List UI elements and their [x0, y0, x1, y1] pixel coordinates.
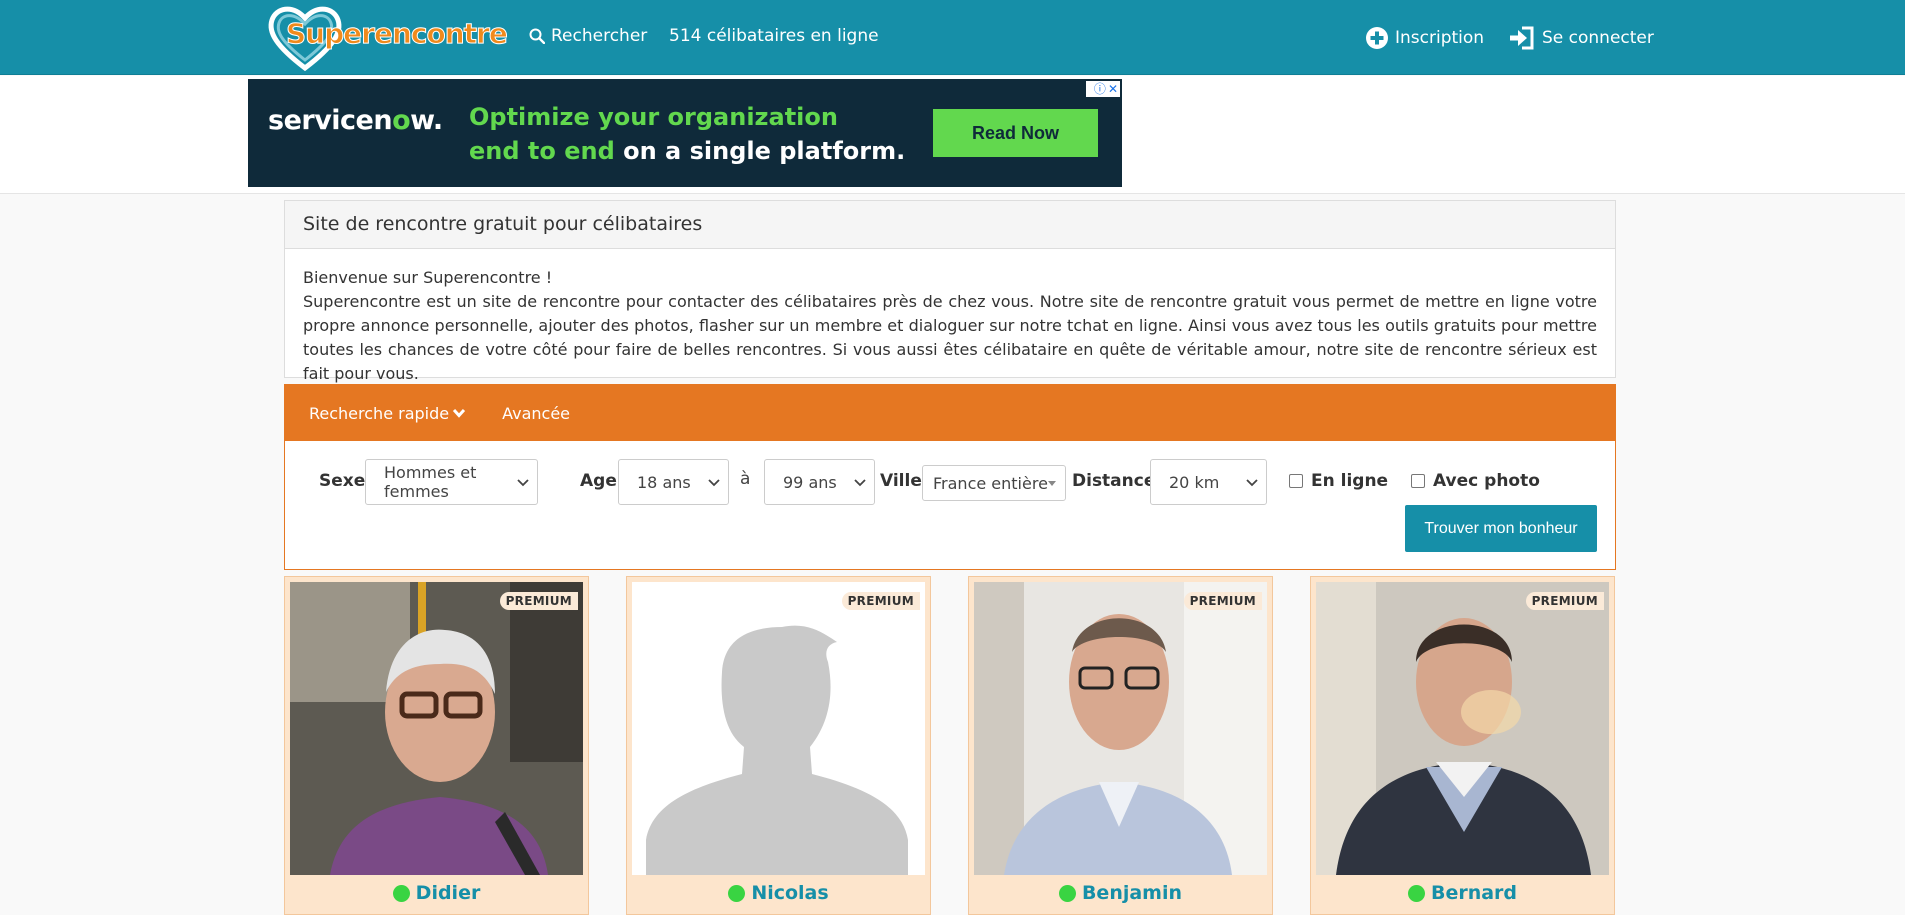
welcome-greeting: Bienvenue sur Superencontre !	[303, 268, 553, 287]
age-to-select[interactable]: 99 ans	[764, 459, 875, 505]
search-tabs: Recherche rapide Avancée	[285, 385, 1615, 441]
nav-signup-label: Inscription	[1395, 28, 1485, 48]
top-navbar: Superencontre Rechercher 514 célibataire…	[0, 0, 1905, 75]
online-status-dot	[728, 884, 746, 902]
ad-info-icon[interactable]: ⓘ	[1094, 82, 1106, 96]
profile-photo[interactable]: PREMIUM	[1316, 582, 1609, 875]
chevron-down-icon	[854, 479, 866, 487]
profile-name-link[interactable]: Bernard	[1311, 882, 1614, 904]
profile-photo-image	[974, 582, 1267, 875]
distance-select-value: 20 km	[1169, 472, 1220, 492]
age-range-separator: à	[740, 469, 751, 489]
quick-search-box: Recherche rapide Avancée Sexe Hommes et …	[284, 384, 1616, 570]
chevron-down-icon	[708, 479, 720, 487]
city-select-value: France entière	[933, 473, 1048, 493]
city-label: Ville	[880, 471, 922, 491]
age-label: Age	[580, 471, 617, 491]
tab-quick-search-label: Recherche rapide	[309, 403, 450, 423]
search-icon	[529, 28, 545, 44]
caret-down-icon	[1048, 481, 1056, 486]
with-photo-label: Avec photo	[1433, 471, 1540, 491]
ad-brand-logo: servicenow.	[268, 105, 443, 136]
online-status-dot	[1407, 884, 1425, 902]
distance-select[interactable]: 20 km	[1150, 459, 1267, 505]
tab-advanced-search[interactable]: Avancée	[502, 404, 570, 423]
profile-name-link[interactable]: Benjamin	[969, 882, 1272, 904]
age-to-value: 99 ans	[783, 472, 837, 492]
welcome-title: Site de rencontre gratuit pour célibatai…	[285, 201, 1615, 249]
ad-headline-line-1: Optimize your organization	[469, 103, 838, 131]
distance-label: Distance	[1072, 471, 1156, 491]
age-from-value: 18 ans	[637, 472, 691, 492]
profile-name-link[interactable]: Nicolas	[627, 882, 930, 904]
ad-close-icon[interactable]: ✕	[1108, 82, 1118, 96]
ad-choices[interactable]: ⓘ ✕	[1086, 81, 1120, 97]
nav-online-count-link[interactable]: 514 célibataires en ligne	[669, 26, 879, 46]
nav-login-link[interactable]: Se connecter	[1508, 26, 1654, 50]
chevron-down-icon	[1246, 479, 1258, 487]
welcome-body: Bienvenue sur Superencontre ! Superencon…	[285, 249, 1615, 386]
sex-select[interactable]: Hommes et femmes	[365, 459, 538, 505]
chevron-down-icon	[452, 408, 466, 418]
ad-headline-green: end to end	[469, 137, 615, 165]
plus-circle-icon	[1366, 27, 1388, 49]
welcome-description: Superencontre est un site de rencontre p…	[303, 292, 1597, 383]
ad-banner-area: servicenow. Optimize your organization e…	[0, 76, 1905, 194]
online-status-dot	[1058, 884, 1076, 902]
profile-name: Benjamin	[1081, 882, 1183, 904]
profile-name: Nicolas	[751, 882, 829, 904]
logo-wordmark: Superencontre	[286, 16, 509, 50]
sex-select-value: Hommes et femmes	[384, 463, 477, 501]
profile-photo-image	[290, 582, 583, 875]
ad-brand-part-2: w.	[410, 105, 443, 136]
nav-login-label: Se connecter	[1542, 28, 1654, 48]
profile-card[interactable]: PREMIUM Bernard	[1310, 576, 1615, 915]
profile-card[interactable]: PREMIUM Didier	[284, 576, 589, 915]
welcome-panel: Site de rencontre gratuit pour célibatai…	[284, 200, 1616, 383]
profile-name: Didier	[415, 882, 481, 904]
ad-headline-line-2: end to end on a single platform.	[469, 137, 905, 165]
age-from-select[interactable]: 18 ans	[618, 459, 729, 505]
ad-brand-part-o: o	[392, 105, 411, 136]
ad-read-now-button[interactable]: Read Now	[933, 109, 1098, 157]
ad-headline-white: on a single platform.	[614, 137, 906, 165]
profile-photo-image	[1316, 582, 1609, 875]
profile-card[interactable]: PREMIUM Nicolas	[626, 576, 931, 915]
site-logo[interactable]: Superencontre	[266, 2, 509, 72]
sex-label: Sexe	[319, 471, 366, 491]
logo-part-encontre: encontre	[373, 16, 508, 50]
logo-part-super: Super	[286, 16, 376, 50]
default-avatar-icon	[632, 582, 925, 875]
servicenow-ad[interactable]: servicenow. Optimize your organization e…	[248, 79, 1122, 187]
profile-card[interactable]: PREMIUM Benjamin	[968, 576, 1273, 915]
checkbox-box[interactable]	[1289, 474, 1303, 488]
premium-badge: PREMIUM	[499, 592, 578, 610]
online-filter-checkbox[interactable]: En ligne	[1289, 471, 1388, 491]
premium-badge: PREMIUM	[1525, 592, 1604, 610]
profile-photo[interactable]: PREMIUM	[632, 582, 925, 875]
profile-photo[interactable]: PREMIUM	[290, 582, 583, 875]
nav-search-label: Rechercher	[551, 26, 648, 46]
city-select[interactable]: France entière	[922, 465, 1066, 501]
profile-name-link[interactable]: Didier	[285, 882, 588, 904]
tab-advanced-search-label: Avancée	[502, 403, 571, 423]
checkbox-box[interactable]	[1411, 474, 1425, 488]
find-happiness-button[interactable]: Trouver mon bonheur	[1405, 505, 1597, 552]
premium-badge: PREMIUM	[841, 592, 920, 610]
nav-signup-link[interactable]: Inscription	[1365, 26, 1484, 50]
online-filter-label: En ligne	[1311, 471, 1389, 491]
ad-brand-part-1: servicen	[268, 105, 393, 136]
nav-search-link[interactable]: Rechercher	[529, 26, 647, 46]
profile-name: Bernard	[1430, 882, 1518, 904]
chevron-down-icon	[517, 479, 529, 487]
premium-badge: PREMIUM	[1183, 592, 1262, 610]
tab-quick-search[interactable]: Recherche rapide	[309, 404, 466, 423]
nav-online-count-label: 514 célibataires en ligne	[669, 26, 879, 46]
online-status-dot	[392, 884, 410, 902]
with-photo-checkbox[interactable]: Avec photo	[1411, 471, 1540, 491]
login-icon	[1510, 26, 1534, 50]
profile-photo[interactable]: PREMIUM	[974, 582, 1267, 875]
